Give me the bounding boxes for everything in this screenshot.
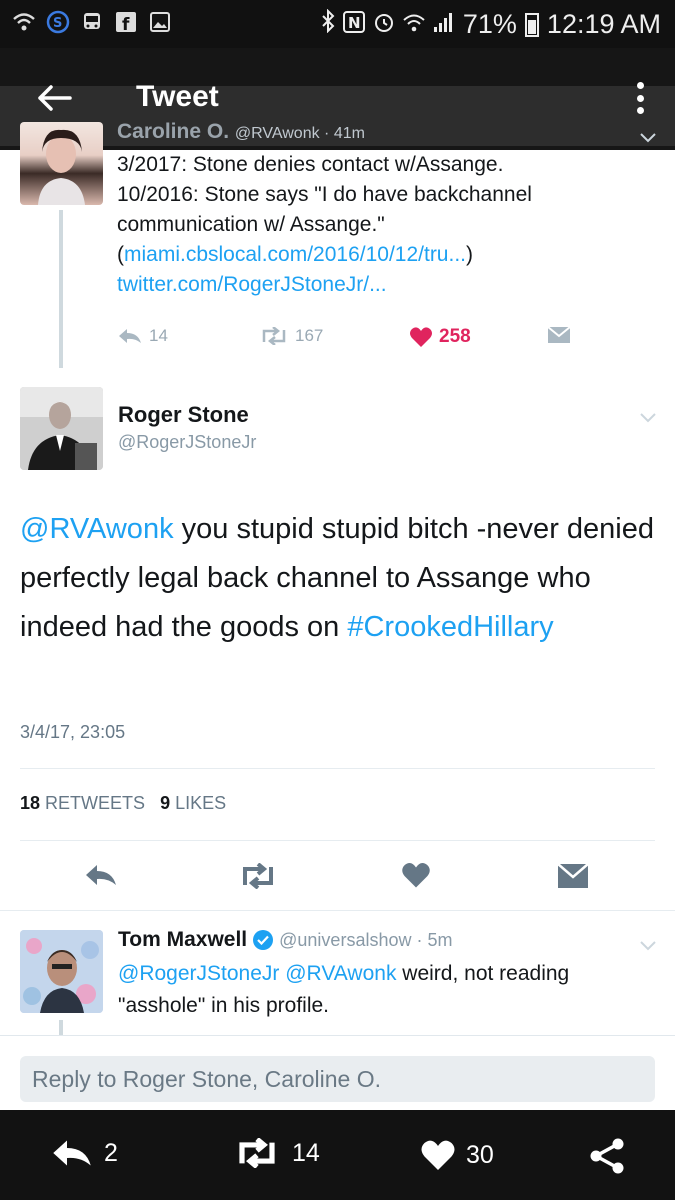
heart-icon — [410, 327, 432, 347]
parent-tweet-actions: 14 167 258 — [117, 326, 587, 350]
share-icon — [590, 1138, 624, 1174]
envelope-icon — [547, 326, 571, 343]
mention-link[interactable]: @RVAwonk — [285, 962, 396, 985]
retweet-count: 14 — [292, 1138, 320, 1167]
reply-composer: Reply to Roger Stone, Caroline O. — [0, 1035, 675, 1110]
overflow-menu-icon[interactable] — [635, 82, 645, 114]
reply-count: 14 — [149, 326, 168, 345]
chevron-down-icon[interactable] — [640, 938, 656, 951]
avatar[interactable] — [20, 122, 103, 205]
battery-percent: 71% — [462, 9, 517, 39]
retweet-button[interactable]: 167 — [259, 326, 323, 346]
wifi-calling-icon — [12, 10, 36, 34]
thread-line — [59, 210, 63, 368]
retweet-button[interactable]: 14 — [232, 1138, 320, 1168]
likes-stat[interactable]: 9 LIKES — [160, 793, 226, 813]
tweet-text-line: 3/2017: Stone denies contact w/Assange. — [117, 153, 504, 176]
reply-tweet-text: @RogerJStoneJr @RVAwonk weird, not readi… — [118, 958, 638, 1022]
author-name[interactable]: Tom Maxwell — [118, 928, 247, 952]
reply-count: 2 — [104, 1138, 118, 1167]
like-button[interactable]: 258 — [409, 326, 471, 348]
reply-input[interactable]: Reply to Roger Stone, Caroline O. — [20, 1056, 655, 1102]
heart-icon[interactable] — [401, 861, 431, 894]
avatar[interactable] — [20, 930, 103, 1013]
tweet-actions — [0, 855, 675, 895]
author-name[interactable]: Caroline O. — [117, 120, 229, 143]
link[interactable]: miami.cbslocal.com/2016/10/12/tru... — [124, 243, 466, 266]
tweet-timestamp: 3/4/17, 23:05 — [20, 722, 126, 742]
retweet-icon[interactable] — [238, 862, 278, 894]
tweet-thread: Caroline O. @RVAwonk · 41m 3/2017: Stone… — [0, 120, 675, 1110]
retweet-icon — [262, 327, 286, 345]
mention-link[interactable]: @RVAwonk — [20, 513, 174, 545]
signal-icon — [433, 9, 455, 40]
like-count: 258 — [439, 326, 471, 347]
retweet-count: 167 — [295, 326, 324, 345]
author-handle[interactable]: @RVAwonk · 41m — [235, 125, 365, 142]
mention-link[interactable]: @RogerJStoneJr — [118, 962, 279, 985]
reply-icon — [119, 329, 141, 343]
retweet-count: 18 — [20, 793, 41, 813]
reply-tweet-header: Tom Maxwell @universalshow · 5m — [118, 928, 452, 952]
alarm-icon — [373, 9, 395, 40]
status-bar: S f N 71% 12:19 AM — [0, 0, 675, 48]
chevron-down-icon[interactable] — [640, 130, 656, 143]
svg-text:f: f — [122, 15, 130, 33]
tweet-text: @RVAwonk you stupid stupid bitch -never … — [20, 505, 660, 652]
gallery-icon — [148, 10, 172, 34]
like-count: 30 — [466, 1140, 494, 1169]
svg-text:S: S — [53, 16, 62, 31]
page-title: Tweet — [136, 80, 219, 113]
bus-icon — [80, 10, 104, 34]
bluetooth-icon — [321, 8, 335, 40]
parent-tweet-header: Caroline O. @RVAwonk · 41m — [117, 120, 365, 144]
app-notification-icon: S — [46, 10, 70, 34]
direct-message-button[interactable] — [547, 326, 571, 344]
divider — [20, 840, 655, 841]
chevron-down-icon[interactable] — [640, 410, 656, 423]
bottom-action-bar: 2 14 30 — [0, 1110, 675, 1200]
svg-text:N: N — [348, 14, 361, 32]
link[interactable]: twitter.com/RogerJStoneJr/... — [117, 273, 387, 296]
share-button[interactable] — [588, 1138, 626, 1174]
likes-label: LIKES — [175, 793, 227, 813]
reply-icon — [53, 1140, 91, 1166]
parent-tweet-text: 3/2017: Stone denies contact w/Assange. … — [117, 150, 647, 300]
retweets-stat[interactable]: 18 RETWEETS — [20, 793, 145, 813]
tweet-detail-screen: S f N 71% 12:19 AM Tweet Caroline O. @RV… — [0, 0, 675, 1200]
divider — [0, 910, 675, 911]
back-arrow-icon[interactable] — [36, 84, 72, 112]
tweet-stats: 18 RETWEETS 9 LIKES — [20, 793, 226, 814]
retweet-icon — [239, 1138, 275, 1168]
like-button[interactable]: 30 — [420, 1138, 494, 1172]
reply-button[interactable]: 14 — [117, 326, 168, 346]
thread-line — [59, 1020, 63, 1035]
wifi-icon — [403, 9, 425, 40]
author-name[interactable]: Roger Stone — [118, 402, 249, 428]
hashtag-link[interactable]: #CrookedHillary — [347, 611, 553, 643]
envelope-icon[interactable] — [557, 863, 589, 894]
reply-icon[interactable] — [84, 863, 118, 892]
divider — [20, 768, 655, 769]
retweets-label: RETWEETS — [45, 793, 146, 813]
clock: 12:19 AM — [546, 9, 661, 39]
reply-button[interactable]: 2 — [50, 1138, 118, 1168]
author-handle[interactable]: @RogerJStoneJr — [118, 432, 256, 453]
verified-badge-icon — [253, 930, 274, 950]
avatar[interactable] — [20, 387, 103, 470]
nfc-icon: N — [342, 9, 365, 40]
facebook-icon: f — [114, 10, 138, 34]
author-handle[interactable]: @universalshow · 5m — [279, 930, 452, 951]
tweet-text-fragment: ) — [466, 243, 473, 266]
heart-icon — [421, 1140, 455, 1170]
battery-icon — [524, 12, 539, 37]
like-count: 9 — [160, 793, 171, 813]
